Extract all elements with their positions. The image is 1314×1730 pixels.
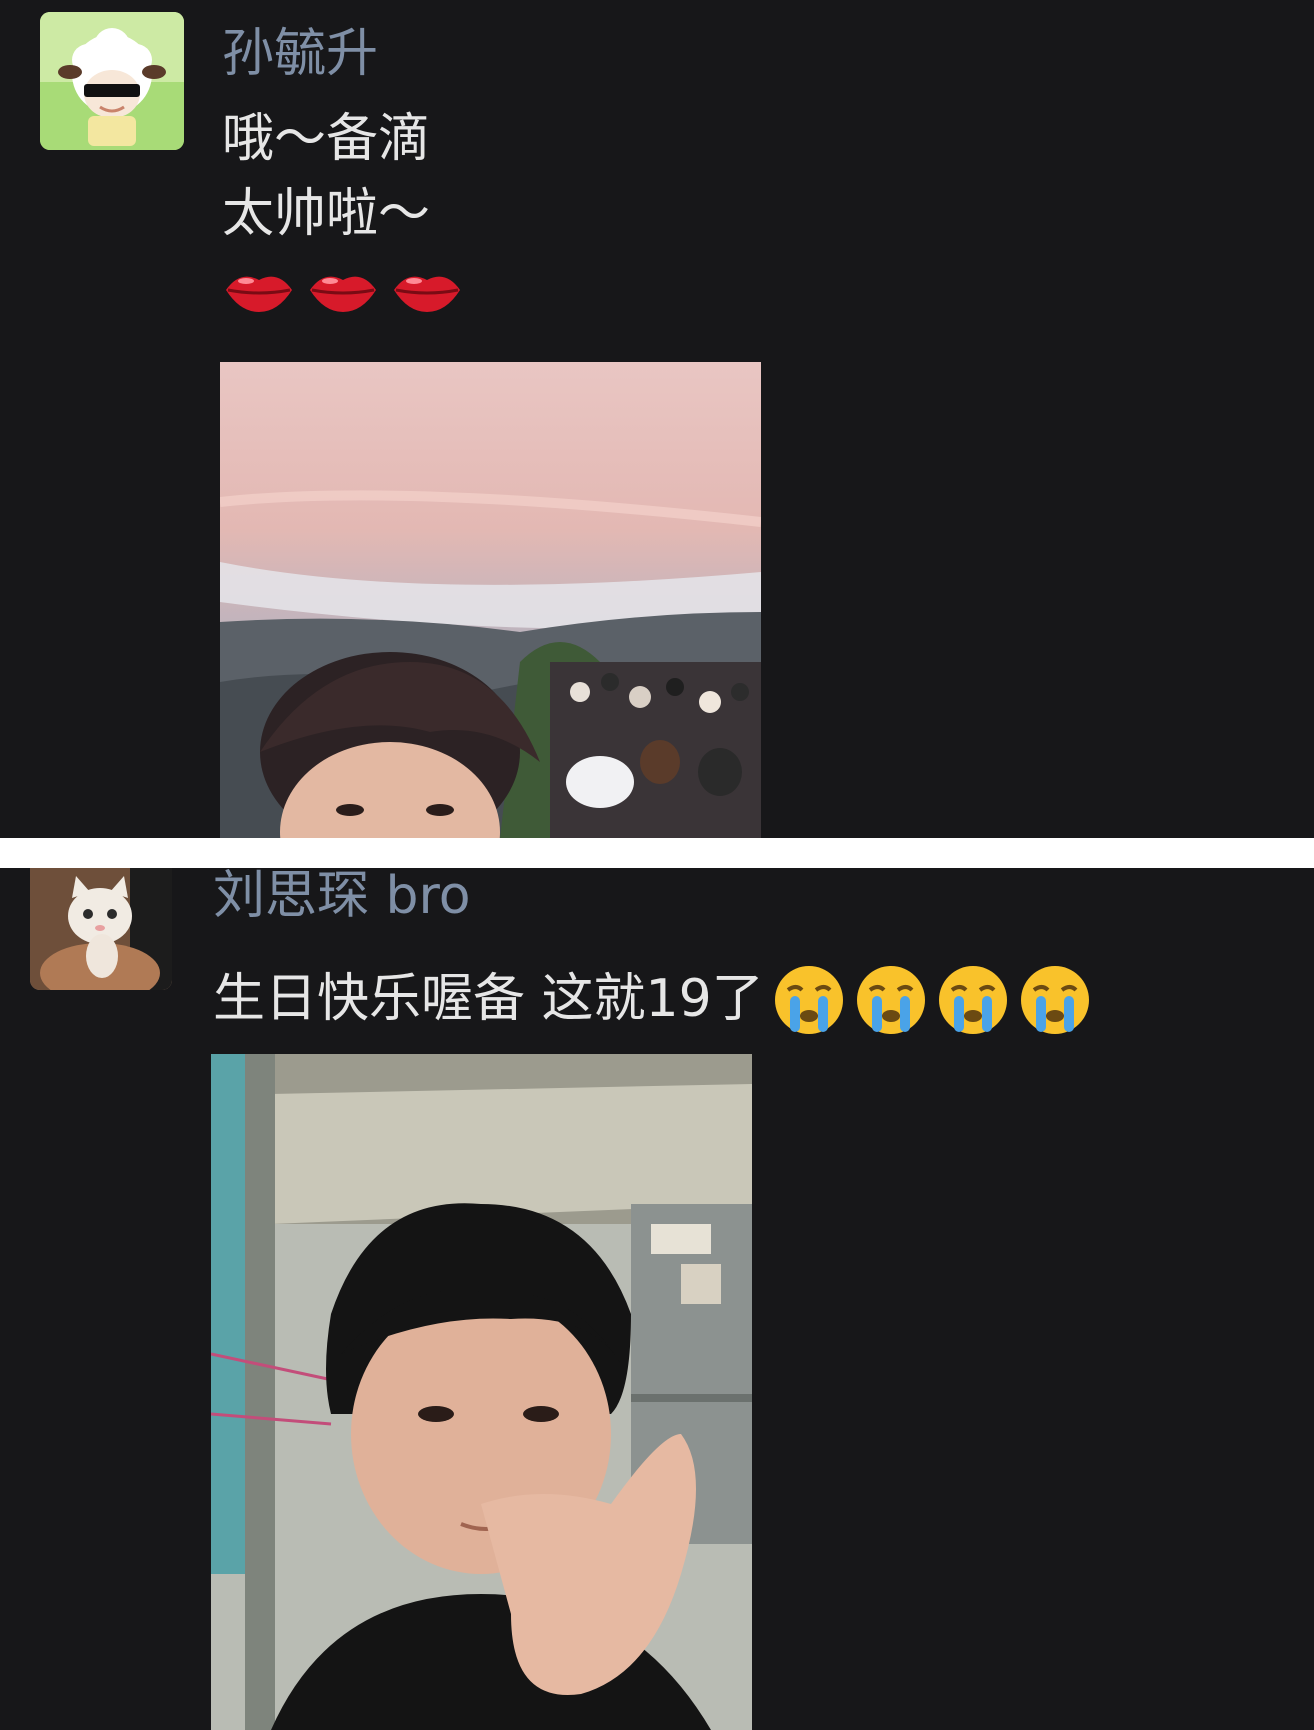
cat-avatar-icon[interactable] — [30, 868, 172, 990]
sheep-avatar-icon[interactable] — [40, 12, 184, 150]
crying-face-icon — [1020, 966, 1089, 1034]
message-text: 生日快乐喔备 这就19了 — [213, 962, 1094, 1036]
sender-name[interactable]: 孙毓升 — [222, 28, 378, 80]
message-text-line: 哦～备滴 — [222, 109, 431, 169]
lips-icon — [310, 276, 376, 312]
crying-face-icon — [856, 966, 925, 1034]
emoji-row — [770, 962, 1094, 1036]
lips-icon — [226, 276, 292, 312]
crying-face-icon — [774, 966, 843, 1034]
photo-mountain-selfie[interactable] — [220, 362, 761, 838]
sender-name[interactable]: 刘思琛 bro — [213, 870, 471, 922]
message-text-content: 生日快乐喔备 这就19了 — [213, 969, 764, 1029]
crying-face-icon — [938, 966, 1007, 1034]
emoji-row — [222, 266, 464, 316]
divider — [0, 838, 1314, 868]
photo-dorm-selfie[interactable] — [211, 1054, 752, 1730]
lips-icon — [394, 276, 460, 312]
chat-panel-bottom: 刘思琛 bro 生日快乐喔备 这就19了 — [0, 868, 1314, 1730]
chat-panel-top: 孙毓升 哦～备滴 太帅啦～ — [0, 0, 1314, 838]
message-text-line: 太帅啦～ — [222, 184, 431, 244]
